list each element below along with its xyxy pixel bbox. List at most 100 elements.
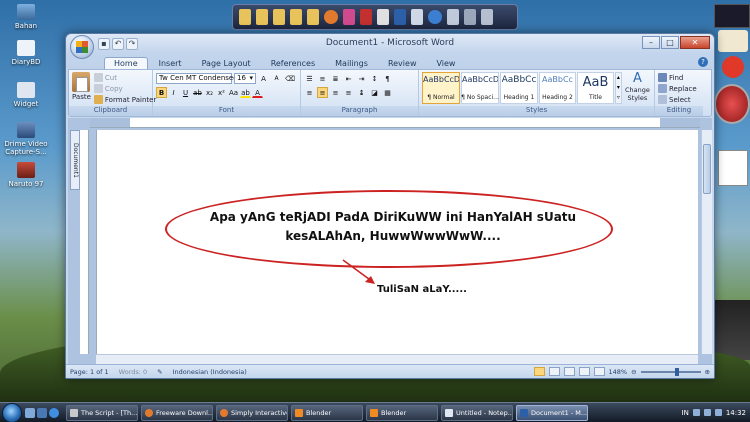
- bold-button[interactable]: B: [156, 86, 167, 98]
- zoom-slider-knob[interactable]: [674, 367, 679, 376]
- network-icon[interactable]: [692, 409, 700, 416]
- zoom-level[interactable]: 148%: [609, 368, 628, 376]
- document-tab[interactable]: Document1: [70, 130, 80, 190]
- taskbar-item-script[interactable]: The Script - [Th...: [66, 404, 138, 421]
- highlight-icon[interactable]: ab: [240, 87, 251, 98]
- folder-icon[interactable]: [290, 9, 302, 25]
- horizontal-ruler[interactable]: [90, 118, 700, 128]
- style-normal[interactable]: AaBbCcDc ¶ Normal: [422, 72, 460, 104]
- line-spacing-icon[interactable]: ↨: [356, 87, 367, 98]
- tab-review[interactable]: Review: [379, 58, 426, 69]
- taskbar-item-simply-interactive[interactable]: Simply Interactive: [216, 404, 288, 421]
- draft-view-button[interactable]: [593, 367, 605, 376]
- select-button[interactable]: Select: [658, 94, 700, 105]
- font-color-icon[interactable]: A: [252, 87, 263, 98]
- app-icon[interactable]: [447, 9, 459, 25]
- zoom-out-icon[interactable]: ⊖: [631, 368, 636, 376]
- arrow-shape[interactable]: [341, 258, 381, 290]
- zoom-in-icon[interactable]: ⊕: [705, 368, 710, 376]
- language-indicator[interactable]: Indonesian (Indonesia): [173, 368, 247, 376]
- page-count[interactable]: Page: 1 of 1: [70, 368, 109, 376]
- style-title[interactable]: AaB Title: [576, 72, 614, 104]
- change-styles-button[interactable]: A Change Styles: [624, 72, 651, 103]
- help-icon[interactable]: ?: [698, 57, 708, 67]
- sort-icon[interactable]: ↕: [369, 73, 380, 84]
- outline-view-button[interactable]: [578, 367, 590, 376]
- taskbar-item-notepad[interactable]: Untitled - Notep...: [441, 404, 513, 421]
- show-marks-icon[interactable]: ¶: [382, 73, 393, 84]
- multilevel-list-icon[interactable]: ≣: [330, 73, 341, 84]
- full-screen-view-button[interactable]: [548, 367, 560, 376]
- decrease-indent-icon[interactable]: ⇤: [343, 73, 354, 84]
- align-center-icon[interactable]: ≡: [317, 86, 328, 98]
- tab-home[interactable]: Home: [104, 57, 148, 69]
- desktop-icon-bahan[interactable]: Bahan: [4, 4, 48, 30]
- bullets-icon[interactable]: ☰: [304, 73, 315, 84]
- underline-button[interactable]: U: [180, 87, 191, 98]
- web-layout-view-button[interactable]: [563, 367, 575, 376]
- tab-mailings[interactable]: Mailings: [326, 58, 377, 69]
- desktop-icon-widget[interactable]: Widget: [4, 82, 48, 108]
- style-heading-2[interactable]: AaBbCc Heading 2: [539, 72, 576, 104]
- vertical-scrollbar[interactable]: [701, 130, 712, 354]
- taskbar-item-blender-2[interactable]: Blender: [366, 404, 438, 421]
- tab-insert[interactable]: Insert: [150, 58, 191, 69]
- clock[interactable]: 14:32: [726, 409, 746, 417]
- paste-button[interactable]: Paste: [72, 72, 91, 106]
- bubble-text[interactable]: Apa yAnG teRjADI PadA DiriKuWW ini HanYa…: [183, 208, 603, 246]
- photoshop-icon[interactable]: [394, 9, 406, 25]
- language-indicator[interactable]: IN: [682, 409, 689, 417]
- start-button[interactable]: [2, 402, 22, 422]
- horizontal-scrollbar[interactable]: [96, 354, 698, 364]
- align-right-icon[interactable]: ≡: [330, 87, 341, 98]
- justify-icon[interactable]: ≡: [343, 87, 354, 98]
- taskbar-item-freeware[interactable]: Freeware Downl...: [141, 404, 213, 421]
- taskbar-item-word[interactable]: Document1 - M...: [516, 404, 588, 421]
- find-button[interactable]: Find: [658, 72, 700, 83]
- app-icon[interactable]: [377, 9, 389, 25]
- tab-view[interactable]: View: [427, 58, 464, 69]
- cut-button[interactable]: Cut: [93, 72, 156, 83]
- increase-indent-icon[interactable]: ⇥: [356, 73, 367, 84]
- app-icon[interactable]: [464, 9, 476, 25]
- folder-icon[interactable]: [307, 9, 319, 25]
- tray-app-icon[interactable]: [714, 409, 722, 416]
- font-size-select[interactable]: 16 ▾: [234, 73, 256, 84]
- proofing-icon[interactable]: ✎: [157, 368, 162, 376]
- italic-button[interactable]: I: [168, 87, 179, 98]
- app-icon[interactable]: [343, 9, 355, 25]
- taskbar-item-blender-1[interactable]: Blender: [291, 404, 363, 421]
- style-no-spacing[interactable]: AaBbCcDc ¶ No Spaci...: [461, 72, 499, 104]
- document-page[interactable]: Apa yAnG teRjADI PadA DiriKuWW ini HanYa…: [96, 130, 698, 354]
- maximize-button[interactable]: □: [661, 36, 679, 49]
- font-family-select[interactable]: Tw Cen MT Condensed▾: [156, 73, 241, 84]
- close-button[interactable]: ✕: [680, 36, 710, 49]
- switch-windows-icon[interactable]: [37, 407, 47, 418]
- print-layout-view-button[interactable]: [533, 367, 545, 376]
- folder-icon[interactable]: [239, 9, 251, 25]
- numbering-icon[interactable]: ≡: [317, 73, 328, 84]
- style-heading-1[interactable]: AaBbCc Heading 1: [500, 72, 538, 104]
- vertical-ruler[interactable]: [80, 130, 89, 354]
- app-icon[interactable]: [411, 9, 423, 25]
- scroll-thumb[interactable]: [703, 144, 711, 194]
- copy-button[interactable]: Copy: [93, 83, 156, 94]
- borders-icon[interactable]: ▦: [382, 87, 393, 98]
- folder-icon[interactable]: [256, 9, 268, 25]
- show-desktop-icon[interactable]: [25, 407, 35, 418]
- tab-references[interactable]: References: [262, 58, 324, 69]
- align-left-icon[interactable]: ≡: [304, 87, 315, 98]
- caption-text[interactable]: TuliSaN aLaY.....: [377, 284, 467, 295]
- word-count[interactable]: Words: 0: [119, 368, 148, 376]
- zoom-slider[interactable]: [640, 367, 701, 376]
- minimize-button[interactable]: –: [642, 36, 660, 49]
- strikethrough-button[interactable]: ab: [192, 87, 203, 98]
- tools-icon[interactable]: [481, 9, 493, 25]
- superscript-button[interactable]: x²: [216, 87, 227, 98]
- app-icon[interactable]: [360, 9, 372, 25]
- clear-format-icon[interactable]: ⌫: [284, 73, 295, 84]
- replace-button[interactable]: Replace: [658, 83, 700, 94]
- ie-icon[interactable]: [49, 407, 59, 418]
- grow-font-icon[interactable]: A: [258, 73, 269, 84]
- styles-scroll[interactable]: ▴ ▾ ▿: [614, 72, 622, 104]
